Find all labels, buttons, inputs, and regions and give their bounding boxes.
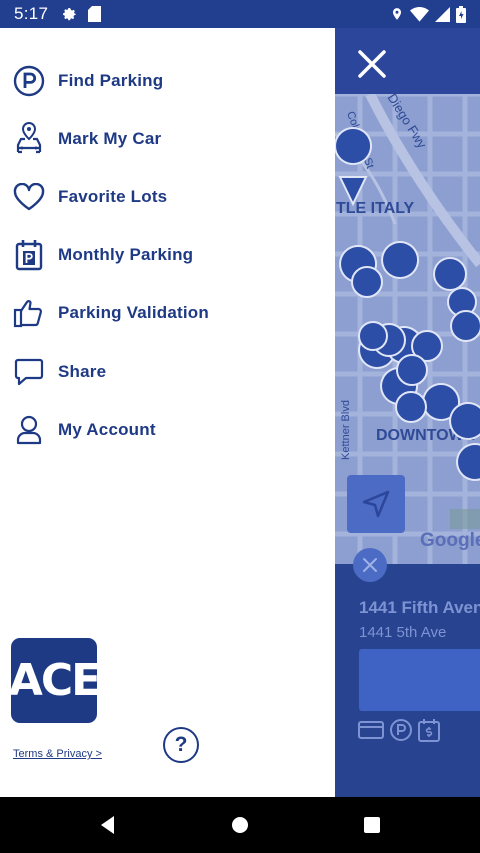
menu-item-mark-my-car[interactable]: Mark My Car xyxy=(0,113,335,165)
recents-icon[interactable] xyxy=(360,813,384,837)
signal-icon xyxy=(435,6,450,22)
parking-circle-icon xyxy=(390,719,412,741)
battery-icon xyxy=(456,5,466,23)
close-icon xyxy=(363,558,377,572)
lot-title: 1441 Fifth Aven xyxy=(359,598,480,617)
ace-logo-text: ACE xyxy=(8,655,101,706)
help-label: ? xyxy=(174,733,188,756)
menu-label: Find Parking xyxy=(58,71,164,90)
system-nav-bar xyxy=(0,797,480,853)
wifi-icon xyxy=(410,6,429,22)
menu-item-monthly-parking[interactable]: Monthly Parking xyxy=(0,229,335,281)
car-pin-icon xyxy=(12,122,46,156)
thumbs-up-icon xyxy=(12,296,46,330)
navigation-arrow-icon xyxy=(362,490,390,518)
lot-address: 1441 5th Ave xyxy=(359,624,447,641)
menu-item-favorite-lots[interactable]: Favorite Lots xyxy=(0,171,335,223)
sd-card-icon xyxy=(88,6,102,22)
settings-icon xyxy=(63,8,77,21)
status-left-icons xyxy=(62,6,102,22)
location-icon xyxy=(392,8,402,20)
menu-item-parking-validation[interactable]: Parking Validation xyxy=(0,287,335,339)
person-icon xyxy=(12,413,46,447)
calendar-dollar-icon xyxy=(418,719,440,742)
menu-item-my-account[interactable]: My Account xyxy=(0,404,335,456)
terms-privacy-link[interactable]: Terms & Privacy > xyxy=(13,748,102,760)
menu-item-share[interactable]: Share xyxy=(0,346,335,398)
payment-icons xyxy=(358,718,440,742)
back-icon[interactable] xyxy=(96,813,120,837)
menu-label: Parking Validation xyxy=(58,303,209,322)
close-icon[interactable] xyxy=(352,44,392,84)
navigation-drawer: Find Parking Mark My Car Favorite Lots M… xyxy=(0,28,335,797)
menu-label: My Account xyxy=(58,420,156,439)
chat-bubble-icon xyxy=(12,355,46,389)
menu-label: Mark My Car xyxy=(58,129,162,148)
menu-item-find-parking[interactable]: Find Parking xyxy=(0,55,335,107)
dismiss-pin-button[interactable] xyxy=(353,548,387,582)
status-right-icons xyxy=(390,5,466,23)
menu-label: Monthly Parking xyxy=(58,245,194,264)
status-bar: 5:17 xyxy=(0,0,480,28)
lot-action-button[interactable] xyxy=(359,649,480,711)
credit-card-icon xyxy=(358,721,384,739)
menu-label: Favorite Lots xyxy=(58,187,168,206)
home-icon[interactable] xyxy=(228,813,252,837)
help-button[interactable]: ? xyxy=(163,727,199,763)
menu-label: Share xyxy=(58,362,107,381)
calendar-parking-icon xyxy=(12,238,46,272)
locate-button[interactable] xyxy=(347,475,405,533)
ace-logo: ACE xyxy=(8,638,101,723)
heart-icon xyxy=(12,180,46,214)
parking-circle-icon xyxy=(12,64,46,98)
google-logo: Google xyxy=(420,530,480,551)
status-time: 5:17 xyxy=(14,4,49,23)
